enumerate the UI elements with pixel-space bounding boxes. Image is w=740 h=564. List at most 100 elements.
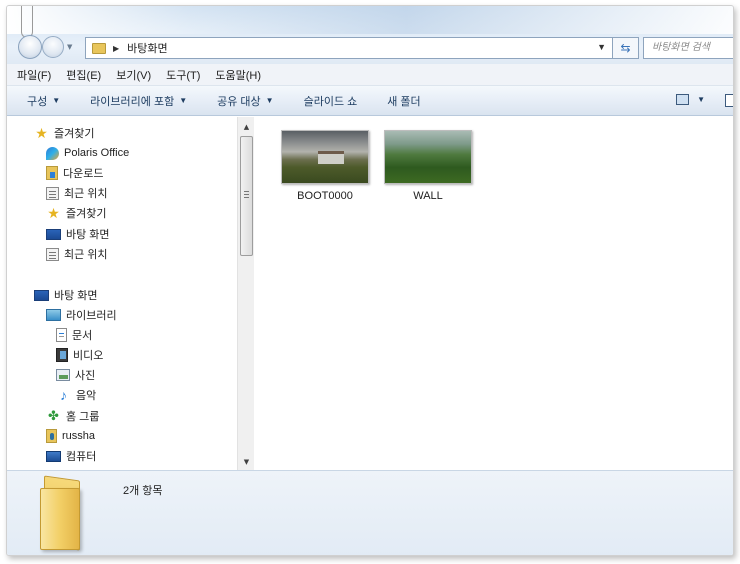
desktop-icon [46, 228, 61, 240]
nav-item-label: 즐겨찾기 [66, 208, 107, 220]
address-location: 바탕화면 [127, 43, 168, 55]
menu-file[interactable]: 파일(F) [17, 67, 51, 83]
user-folder-icon [46, 429, 57, 443]
nav-item-russha[interactable]: russha [46, 427, 95, 445]
desktop-icon [34, 289, 49, 301]
nav-pane-scrollbar[interactable]: ▲ ▼ [237, 117, 254, 470]
new-folder-button[interactable]: 새 폴더 [387, 93, 420, 109]
file-item-wall[interactable]: WALL [378, 130, 478, 202]
breadcrumb-arrow-icon[interactable]: ▶ [113, 44, 119, 53]
nav-item-label: 음악 [76, 390, 97, 402]
menu-tools[interactable]: 도구(T) [166, 67, 200, 83]
nav-item-recent-places[interactable]: 최근 위치 [46, 184, 108, 202]
address-bar[interactable]: ▶ 바탕화면 ▼ [85, 37, 613, 59]
polaris-icon [46, 146, 59, 160]
recent-pages-dropdown[interactable]: ▼ [67, 43, 72, 51]
nav-item-label: 바탕 화면 [66, 229, 110, 241]
landscape-house-thumbnail [281, 130, 369, 184]
new-folder-label: 새 폴더 [387, 95, 421, 108]
nav-item-label: 홈 그룹 [66, 411, 100, 423]
menu-edit[interactable]: 편집(E) [66, 67, 101, 83]
scroll-down-arrow-icon[interactable]: ▼ [238, 454, 255, 470]
nav-item-label: 컴퓨터 [66, 451, 97, 463]
grass-field-thumbnail [384, 130, 472, 184]
recent-places-icon [46, 186, 59, 200]
chevron-down-icon: ▼ [52, 96, 61, 105]
back-button[interactable] [18, 35, 42, 59]
slide-show-button[interactable]: 슬라이드 쇼 [304, 93, 358, 109]
nav-item-desktop-sub[interactable]: 바탕 화면 [46, 225, 110, 243]
folder-icon [92, 42, 106, 54]
computer-icon [46, 450, 61, 462]
clip-hook-decoration [21, 6, 33, 38]
nav-item-label: 문서 [72, 330, 93, 342]
library-icon [46, 309, 61, 321]
pictures-icon [56, 369, 70, 381]
nav-item-polaris-office[interactable]: Polaris Office [46, 144, 129, 162]
file-item-boot0000[interactable]: BOOT0000 [275, 130, 375, 202]
organize-label: 구성 [27, 95, 48, 108]
chevron-down-icon: ▼ [265, 96, 274, 105]
file-name: BOOT0000 [297, 190, 353, 202]
chevron-down-icon: ▼ [697, 95, 705, 104]
forward-button[interactable] [42, 36, 64, 58]
navigation-pane: ★ 즐겨찾기 Polaris Office 다운로드 최근 위치 ★ 즐겨찾기 … [7, 117, 237, 470]
nav-item-label: 비디오 [73, 350, 104, 362]
command-bar: 구성 ▼ 라이브러리에 포함 ▼ 공유 대상 ▼ 슬라이드 쇼 새 폴더 ▼ [7, 86, 733, 116]
nav-item-label: 사진 [75, 370, 96, 382]
preview-pane-icon[interactable] [725, 94, 733, 107]
nav-item-favorites[interactable]: ★ 즐겨찾기 [34, 124, 94, 142]
refresh-button[interactable]: ⇆ [613, 37, 639, 59]
explorer-window: ▼ ▶ 바탕화면 ▼ ⇆ 바탕화면 검색 파일(F) 편집(E) 보기(V) 도… [6, 5, 734, 556]
nav-item-homegroup[interactable]: ✤ 홈 그룹 [46, 407, 99, 425]
view-icon [676, 94, 690, 105]
nav-item-desktop[interactable]: 바탕 화면 [34, 286, 98, 304]
recent-places-icon [46, 247, 59, 261]
homegroup-icon: ✤ [48, 408, 59, 423]
organize-button[interactable]: 구성 ▼ [27, 93, 60, 109]
menu-help[interactable]: 도움말(H) [215, 67, 261, 83]
music-icon: ♪ [60, 387, 67, 403]
nav-item-label: russha [62, 430, 96, 442]
nav-item-label: 최근 위치 [64, 188, 108, 200]
change-view-button[interactable]: ▼ [676, 94, 705, 105]
nav-item-videos[interactable]: 비디오 [56, 346, 103, 364]
menu-bar: 파일(F) 편집(E) 보기(V) 도구(T) 도움말(H) [7, 64, 733, 86]
slide-show-label: 슬라이드 쇼 [303, 95, 358, 108]
folder-front-shape [40, 488, 80, 550]
share-with-button[interactable]: 공유 대상 ▼ [217, 93, 273, 109]
nav-item-label: 다운로드 [63, 168, 104, 180]
search-input[interactable]: 바탕화면 검색 [643, 37, 733, 59]
scrollbar-thumb[interactable] [240, 136, 253, 256]
title-bar-glass [7, 6, 733, 34]
nav-item-label: 즐겨찾기 [54, 128, 95, 140]
file-list: BOOT0000 WALL [255, 117, 733, 470]
video-icon [56, 348, 68, 362]
nav-item-label: 바탕 화면 [54, 290, 98, 302]
nav-item-label: 라이브러리 [66, 310, 117, 322]
file-name: WALL [413, 190, 443, 202]
nav-item-label: 최근 위치 [64, 249, 108, 261]
include-in-library-button[interactable]: 라이브러리에 포함 ▼ [90, 93, 187, 109]
item-count: 2개 항목 [123, 485, 163, 497]
folder-icon [40, 475, 86, 551]
nav-item-label: Polaris Office [64, 147, 130, 159]
star-icon: ★ [47, 205, 60, 221]
nav-item-libraries[interactable]: 라이브러리 [46, 306, 117, 324]
grip-icon [244, 191, 249, 198]
nav-item-recent-places-sub[interactable]: 최근 위치 [46, 245, 108, 263]
nav-item-computer[interactable]: 컴퓨터 [46, 447, 96, 465]
nav-item-documents[interactable]: 문서 [56, 326, 92, 344]
star-icon: ★ [35, 125, 48, 141]
download-folder-icon [46, 166, 58, 180]
scroll-up-arrow-icon[interactable]: ▲ [238, 119, 255, 135]
nav-item-favorites-sub[interactable]: ★ 즐겨찾기 [46, 204, 106, 222]
nav-item-downloads[interactable]: 다운로드 [46, 164, 103, 182]
documents-icon [56, 328, 67, 342]
menu-view[interactable]: 보기(V) [116, 67, 151, 83]
nav-item-music[interactable]: ♪ 음악 [56, 386, 96, 404]
address-dropdown-icon[interactable]: ▼ [597, 42, 606, 52]
chevron-down-icon: ▼ [179, 96, 188, 105]
details-pane: 2개 항목 [7, 470, 733, 555]
nav-item-pictures[interactable]: 사진 [56, 366, 95, 384]
